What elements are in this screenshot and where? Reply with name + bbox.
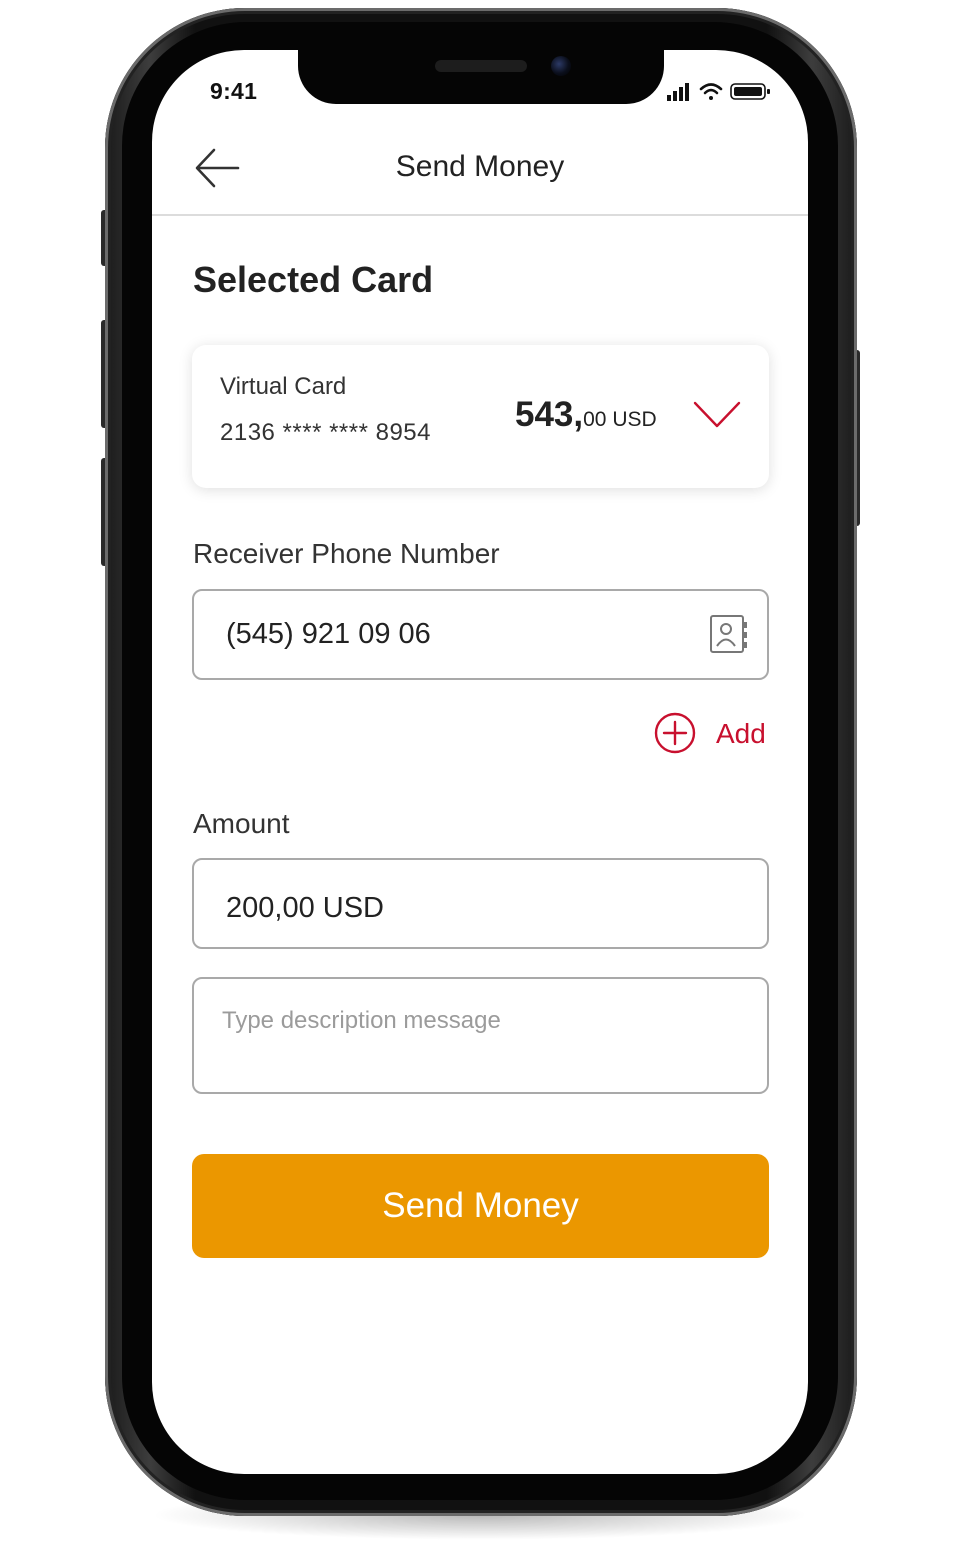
description-textarea[interactable]: Type description message [192,977,769,1094]
plus-circle-icon [654,712,696,754]
selected-card-dropdown[interactable]: Virtual Card 2136 **** **** 8954 543,00 … [192,345,769,488]
battery-icon [730,83,770,100]
card-balance: 543,00 USD [515,395,657,435]
status-icons [667,83,770,101]
amount-value: 200,00 USD [226,892,384,924]
chevron-down-icon[interactable] [692,400,742,430]
contacts-icon[interactable] [709,613,749,655]
balance-whole: 543, [515,395,584,434]
add-label: Add [716,718,766,749]
page-title: Send Money [395,150,565,183]
phone-notch [298,48,664,104]
receiver-phone-value: (545) 921 09 06 [226,618,431,650]
balance-fraction: 00 USD [583,408,657,431]
card-number: 2136 **** **** 8954 [220,419,432,446]
front-camera [551,56,571,76]
header-divider [152,214,808,216]
receiver-phone-label: Receiver Phone Number [193,538,500,569]
earpiece-speaker [435,60,527,72]
amount-label: Amount [193,808,290,839]
amount-input[interactable]: 200,00 USD [192,858,769,949]
wifi-icon [699,83,723,100]
receiver-phone-input[interactable]: (545) 921 09 06 [192,589,769,680]
description-placeholder: Type description message [222,1007,501,1034]
selected-card-heading: Selected Card [193,259,434,300]
card-name: Virtual Card [220,373,347,400]
send-money-button[interactable]: Send Money [192,1154,769,1258]
app-screen: 9:41 Send Money Selected Card Virtual Ca… [152,50,808,1474]
status-time: 9:41 [210,78,258,104]
signal-icon [667,83,689,101]
